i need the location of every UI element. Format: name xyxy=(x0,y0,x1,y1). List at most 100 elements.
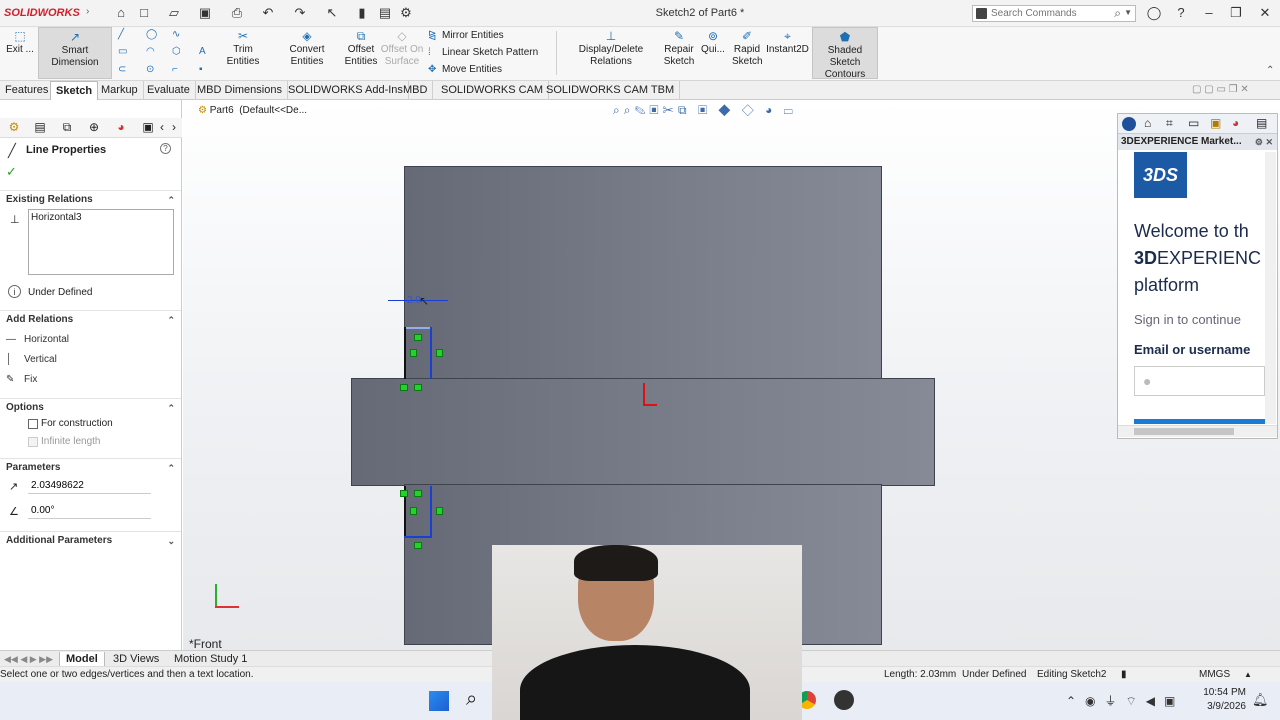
file-properties-icon[interactable]: ▤ xyxy=(377,5,393,21)
email-field[interactable]: ● xyxy=(1134,366,1265,396)
notification-bell-icon[interactable]: 🔔︎ xyxy=(1252,692,1269,708)
sketch-line-horizontal-selected[interactable] xyxy=(404,327,432,329)
search-commands-box[interactable]: ⌕ ▼ xyxy=(972,5,1136,22)
repair-sketch-button[interactable]: ✎ Repair Sketch xyxy=(662,30,696,68)
menu-expand-icon[interactable]: › xyxy=(86,6,89,17)
arc-tool-icon[interactable]: ◠ xyxy=(146,46,160,57)
for-construction-checkbox[interactable] xyxy=(28,419,38,429)
tab-mbd-dimensions[interactable]: MBD Dimensions xyxy=(192,81,288,100)
instant2d-button[interactable]: ⌖ Instant2D xyxy=(765,30,810,56)
tab-model[interactable]: Model xyxy=(59,652,105,667)
add-relations-header[interactable]: Add Relations ⌃ xyxy=(0,310,181,328)
vertical-relation-icon[interactable] xyxy=(410,507,417,515)
select-arrow-icon[interactable]: ↖ xyxy=(324,5,340,21)
rapid-sketch-button[interactable]: ✐ Rapid Sketch xyxy=(732,30,763,68)
search-icon[interactable]: ⌕ xyxy=(1114,6,1121,21)
solidworks-logo[interactable]: SOLIDWORKS xyxy=(4,7,80,19)
view-palette-icon[interactable]: ▣ xyxy=(1210,116,1221,130)
existing-relations-list[interactable]: Horizontal3 xyxy=(28,209,174,275)
search-icon[interactable]: ⌕ xyxy=(466,688,477,711)
vertical-relation-icon[interactable] xyxy=(410,349,417,357)
spline-tool-icon[interactable]: ∿ xyxy=(172,29,186,40)
chevron-right-icon[interactable]: › xyxy=(166,120,182,135)
convert-entities-button[interactable]: ◈ Convert Entities xyxy=(272,30,342,68)
print-icon[interactable]: ⎙ xyxy=(229,5,245,21)
collapse-icon[interactable]: ⌃ xyxy=(167,311,175,329)
sketch-line-right[interactable] xyxy=(430,327,432,379)
horizontal-relation-icon[interactable] xyxy=(414,490,422,497)
line-tool-icon[interactable]: ╱ xyxy=(118,29,132,40)
tab-solidworks-cam[interactable]: SOLIDWORKS CAM xyxy=(436,81,550,100)
rebuild-icon[interactable]: ▮ xyxy=(1121,667,1127,682)
tab-features[interactable]: Features xyxy=(0,81,55,100)
help-icon[interactable]: ? xyxy=(160,143,171,154)
ok-checkmark-icon[interactable]: ✓ xyxy=(6,164,17,180)
sketch-line-bottom-lower[interactable] xyxy=(404,536,432,538)
configuration-manager-icon[interactable]: ⧉ xyxy=(59,120,75,135)
options-header[interactable]: Options ⌃ xyxy=(0,398,181,416)
horizontal-relation-icon[interactable] xyxy=(414,384,422,391)
3dexperience-icon[interactable] xyxy=(1122,117,1136,131)
collapse-ribbon-icon[interactable]: ⌃ xyxy=(1266,65,1274,76)
additional-parameters-header[interactable]: Additional Parameters ⌄ xyxy=(0,531,181,549)
restore-icon[interactable]: ❐ xyxy=(1227,4,1245,22)
redo-icon[interactable]: ↷ xyxy=(292,5,308,21)
text-tool-icon[interactable]: A xyxy=(199,46,213,57)
slot-tool-icon[interactable]: ⊂ xyxy=(118,64,132,75)
minimize-icon[interactable]: – xyxy=(1200,4,1218,22)
mirror-entities-button[interactable]: ⧎ Mirror Entities xyxy=(428,30,504,41)
trim-entities-button[interactable]: ✂ Trim Entities xyxy=(217,30,269,68)
ellipse-tool-icon[interactable]: ⊙ xyxy=(146,64,160,75)
save-icon[interactable]: ▣ xyxy=(197,5,213,21)
horizontal-relation-icon[interactable] xyxy=(414,542,422,549)
windows-start-icon[interactable] xyxy=(429,691,449,711)
traffic-light-icon[interactable]: ▮ xyxy=(354,5,370,21)
tab-sketch[interactable]: Sketch xyxy=(50,81,99,100)
chevron-down-icon[interactable]: ▼ xyxy=(1124,8,1132,17)
tab-motion-study[interactable]: Motion Study 1 xyxy=(168,652,253,667)
new-document-icon[interactable]: □ xyxy=(136,5,152,21)
tab-3d-views[interactable]: 3D Views xyxy=(107,652,165,667)
offset-on-surface-button[interactable]: ◇ Offset On Surface xyxy=(380,30,424,68)
exit-sketch-button[interactable]: ⬚ Exit ... xyxy=(4,30,36,56)
undo-icon[interactable]: ↶ xyxy=(260,5,276,21)
smart-dimension-button[interactable]: ↗ Smart Dimension xyxy=(38,27,112,79)
home-icon[interactable]: ⌂ xyxy=(1144,116,1151,130)
help-icon[interactable]: ? xyxy=(1172,4,1190,22)
point-tool-icon[interactable]: ▪ xyxy=(199,64,213,75)
circle-tool-icon[interactable]: ◯ xyxy=(146,29,160,40)
collapse-icon[interactable]: ⌃ xyxy=(167,191,175,209)
display-delete-relations-button[interactable]: ⊥ Display/Delete Relations xyxy=(560,30,662,68)
system-tray-icons[interactable]: ⌃◉⏚⌔◀▣ xyxy=(1066,692,1184,709)
close-icon[interactable]: ✕ xyxy=(1256,4,1274,22)
property-manager-icon[interactable]: ▤ xyxy=(32,120,48,135)
add-horizontal-relation[interactable]: — Horizontal xyxy=(6,334,69,345)
existing-relations-header[interactable]: Existing Relations ⌃ xyxy=(0,190,181,208)
angle-field[interactable] xyxy=(28,503,151,519)
tab-markup[interactable]: Markup xyxy=(96,81,144,100)
solidworks-taskbar-icon[interactable] xyxy=(834,690,854,710)
pin-close-icon[interactable]: ⚙ ✕ xyxy=(1255,134,1273,150)
appearances-icon[interactable]: ◕ xyxy=(1232,116,1239,130)
pane-controls-icon[interactable]: ▢ ▢ ▭ ❐ ✕ xyxy=(1192,84,1249,95)
vertical-relation-icon[interactable] xyxy=(436,349,443,357)
tab-mbd[interactable]: MBD xyxy=(398,81,434,100)
user-icon[interactable]: ◯ xyxy=(1145,4,1163,22)
tab-evaluate[interactable]: Evaluate xyxy=(142,81,196,100)
polygon-tool-icon[interactable]: ⬡ xyxy=(172,46,186,57)
home-icon[interactable]: ⌂ xyxy=(113,5,129,21)
expand-icon[interactable]: ⌄ xyxy=(167,532,175,550)
length-field[interactable] xyxy=(28,478,151,494)
options-gear-icon[interactable]: ⚙ xyxy=(398,5,414,21)
coincident-relation-icon[interactable] xyxy=(400,384,408,391)
fillet-tool-icon[interactable]: ⌐ xyxy=(172,64,186,75)
horizontal-relation-icon[interactable] xyxy=(414,334,422,341)
move-entities-button[interactable]: ✥ Move Entities xyxy=(428,64,502,75)
dimxpert-icon[interactable]: ⊕ xyxy=(86,120,102,135)
list-item[interactable]: Horizontal3 xyxy=(29,210,173,225)
shaded-sketch-contours-button[interactable]: ⬟ Shaded Sketch Contours xyxy=(812,27,878,80)
coincident-relation-icon[interactable] xyxy=(400,490,408,497)
feature-manager-icon[interactable]: ⚙ xyxy=(6,120,22,135)
vertical-scrollbar[interactable] xyxy=(1265,152,1276,424)
offset-entities-button[interactable]: ⧉ Offset Entities xyxy=(342,30,380,68)
